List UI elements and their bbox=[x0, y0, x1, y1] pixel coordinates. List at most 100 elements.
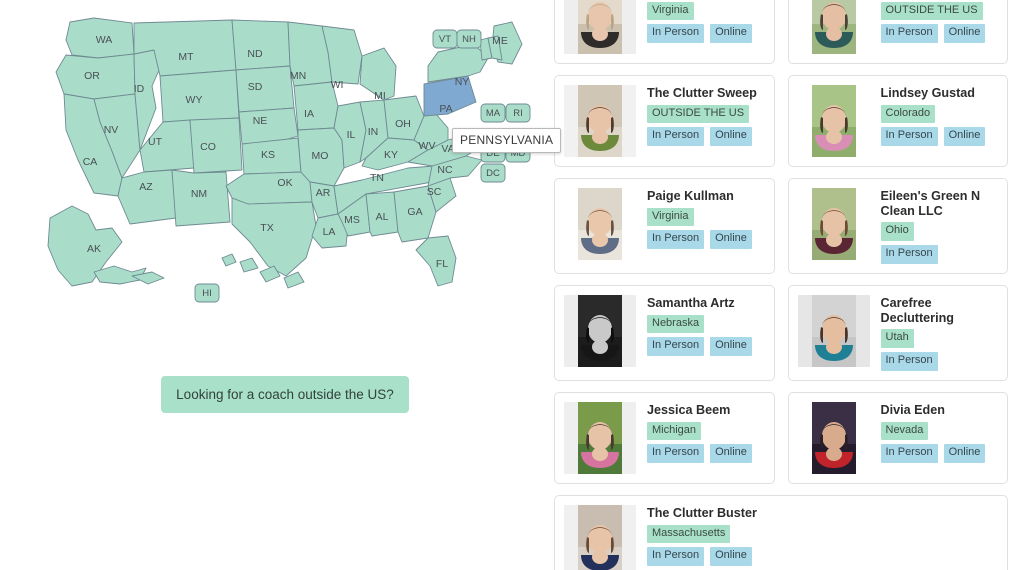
map-state-mi[interactable] bbox=[359, 47, 397, 101]
map-state-box-ri[interactable] bbox=[505, 103, 531, 123]
map-state-nd[interactable] bbox=[231, 19, 291, 71]
coach-card-body: The Clutter Buster Massachusetts In Person… bbox=[647, 505, 997, 567]
location-badge-row: Nebraska bbox=[647, 314, 764, 334]
coach-card-row: Paige Kullman Virginia In Person Online Eil… bbox=[554, 178, 1008, 274]
coach-name: Paige Kullman bbox=[647, 189, 734, 203]
map-state-az[interactable] bbox=[117, 169, 177, 225]
coach-card[interactable]: Divia Eden Nevada In Person Online bbox=[787, 391, 1008, 484]
coach-card-body: Carefree Decluttering Utah In Person bbox=[880, 295, 998, 371]
service-badge-online: Online bbox=[710, 230, 752, 250]
map-state-box-dc[interactable] bbox=[480, 163, 506, 183]
service-badge-row: In Person Online bbox=[647, 127, 764, 147]
coach-card-body: Ryfka HeymanOUTSIDE THE USIn PersonOnlin… bbox=[880, 0, 998, 44]
coach-card-row: The Clutter Buster Massachusetts In Person… bbox=[554, 494, 1008, 570]
portrait-clutter-buster bbox=[564, 504, 636, 570]
service-badge-online: Online bbox=[710, 127, 752, 147]
service-badge-online: Online bbox=[943, 24, 986, 44]
portrait-samantha-artz bbox=[564, 294, 636, 367]
map-state-box-ma[interactable] bbox=[480, 103, 506, 123]
coach-list-pane[interactable]: Leah HaymakerVirginiaIn PersonOnline Ryf… bbox=[540, 0, 1024, 570]
location-badge: Nevada bbox=[880, 421, 929, 441]
portrait-clutter-sweep bbox=[564, 85, 636, 157]
coach-card[interactable]: Carefree Decluttering Utah In Person bbox=[787, 284, 1008, 381]
location-badge: Utah bbox=[880, 329, 914, 349]
service-badge-row: In Person Online bbox=[647, 444, 764, 464]
map-state-ny[interactable] bbox=[427, 43, 489, 83]
portrait-jessica-beem bbox=[564, 401, 636, 474]
service-badge-row: In Person Online bbox=[880, 127, 998, 147]
coach-card-row: Leah HaymakerVirginiaIn PersonOnline Ryf… bbox=[554, 0, 1008, 64]
coach-name: The Clutter Buster bbox=[647, 505, 757, 520]
location-badge: Nebraska bbox=[647, 314, 705, 334]
location-badge-row: Massachusetts bbox=[647, 524, 997, 544]
coach-name: Carefree Decluttering bbox=[880, 295, 954, 325]
coach-card-body: Eileen's Green N Clean LLC Ohio In Person bbox=[880, 188, 998, 264]
location-badge: Colorado bbox=[880, 104, 936, 124]
map-state-pa[interactable] bbox=[423, 75, 477, 117]
map-state-ia[interactable] bbox=[293, 81, 339, 131]
coach-card[interactable]: The Clutter Buster Massachusetts In Person… bbox=[554, 494, 1008, 570]
location-badge-row: Virginia bbox=[647, 207, 764, 227]
location-badge-row: Nevada bbox=[880, 421, 998, 441]
coach-card-body: Divia Eden Nevada In Person Online bbox=[880, 402, 998, 464]
service-badge-row: In Person Online bbox=[647, 337, 764, 357]
portrait-eileens-green-n-clean bbox=[797, 188, 870, 260]
coach-card-body: Jessica Beem Michigan In Person Online bbox=[647, 402, 764, 464]
coach-card[interactable]: The Clutter Sweep OUTSIDE THE US In Person… bbox=[554, 75, 775, 167]
map-state-ga[interactable] bbox=[393, 185, 437, 243]
map-state-wy[interactable] bbox=[159, 69, 240, 123]
service-badge-online: Online bbox=[943, 127, 986, 147]
location-badge: OUTSIDE THE US bbox=[647, 104, 750, 124]
coach-card-body: Paige Kullman Virginia In Person Online bbox=[647, 188, 764, 250]
map-state-hism bbox=[221, 253, 237, 267]
coach-card[interactable]: Eileen's Green N Clean LLC Ohio In Person bbox=[787, 178, 1008, 274]
portrait-carefree-decluttering bbox=[797, 294, 870, 367]
service-badge-row: In Person Online bbox=[647, 230, 764, 250]
map-state-co[interactable] bbox=[189, 117, 243, 174]
map-state-sd[interactable] bbox=[235, 65, 295, 113]
service-badge-online: Online bbox=[943, 444, 986, 464]
us-map-svg[interactable]: VT NHMA RIDE MDDCHIWAORIDMT NDSDWYNVUT CONEKS… bbox=[36, 10, 540, 340]
coach-card[interactable]: Samantha Artz Nebraska In Person Online bbox=[554, 284, 775, 381]
service-badge-in-person: In Person bbox=[880, 444, 938, 464]
location-badge-row: Virginia bbox=[647, 1, 764, 21]
map-state-nm[interactable] bbox=[171, 169, 231, 227]
map-state-box-hi[interactable] bbox=[194, 283, 220, 303]
outside-us-button[interactable]: Looking for a coach outside the US? bbox=[161, 376, 409, 413]
map-state-box-vt[interactable] bbox=[432, 29, 458, 49]
coach-card-body: Samantha Artz Nebraska In Person Online bbox=[647, 295, 764, 357]
map-state-ok[interactable] bbox=[225, 171, 313, 205]
location-badge-row: Colorado bbox=[880, 104, 998, 124]
map-state-box-nh[interactable] bbox=[456, 29, 482, 49]
location-badge: OUTSIDE THE US bbox=[880, 1, 983, 21]
service-badge-in-person: In Person bbox=[880, 24, 938, 44]
map-state-ks[interactable] bbox=[241, 137, 302, 175]
location-badge: Michigan bbox=[647, 421, 702, 441]
service-badge-in-person: In Person bbox=[647, 230, 705, 250]
coach-list: Leah HaymakerVirginiaIn PersonOnline Ryf… bbox=[540, 0, 1024, 570]
coach-card-row: The Clutter Sweep OUTSIDE THE US In Person… bbox=[554, 75, 1008, 167]
map-state-or[interactable] bbox=[55, 53, 136, 100]
service-badge-row: In Person Online bbox=[647, 24, 764, 44]
map-state-fl[interactable] bbox=[415, 235, 457, 287]
coach-card[interactable]: Jessica Beem Michigan In Person Online bbox=[554, 391, 775, 484]
location-badge: Ohio bbox=[880, 222, 914, 242]
map-state-al[interactable] bbox=[365, 191, 399, 237]
coach-card-body: Lindsey Gustad Colorado In Person Online bbox=[880, 85, 998, 147]
service-badge-online: Online bbox=[710, 444, 752, 464]
coach-card[interactable]: Lindsey Gustad Colorado In Person Online bbox=[787, 75, 1008, 167]
coach-card[interactable]: Ryfka HeymanOUTSIDE THE USIn PersonOnlin… bbox=[787, 0, 1008, 64]
map-tooltip: PENNSYLVANIA bbox=[452, 128, 562, 153]
coach-card-body: The Clutter Sweep OUTSIDE THE US In Person… bbox=[647, 85, 764, 147]
service-badge-row: In Person Online bbox=[647, 547, 997, 567]
coach-card[interactable]: Leah HaymakerVirginiaIn PersonOnline bbox=[554, 0, 775, 64]
coach-name: The Clutter Sweep bbox=[647, 86, 757, 100]
coach-name: Samantha Artz bbox=[647, 295, 735, 310]
portrait-leah-haymaker bbox=[564, 0, 636, 54]
coach-name: Jessica Beem bbox=[647, 402, 731, 417]
service-badge-in-person: In Person bbox=[647, 547, 705, 567]
coach-card[interactable]: Paige Kullman Virginia In Person Online bbox=[554, 178, 775, 274]
service-badge-in-person: In Person bbox=[880, 352, 938, 371]
map-state-wa[interactable] bbox=[65, 17, 135, 59]
service-badge-in-person: In Person bbox=[880, 245, 938, 264]
